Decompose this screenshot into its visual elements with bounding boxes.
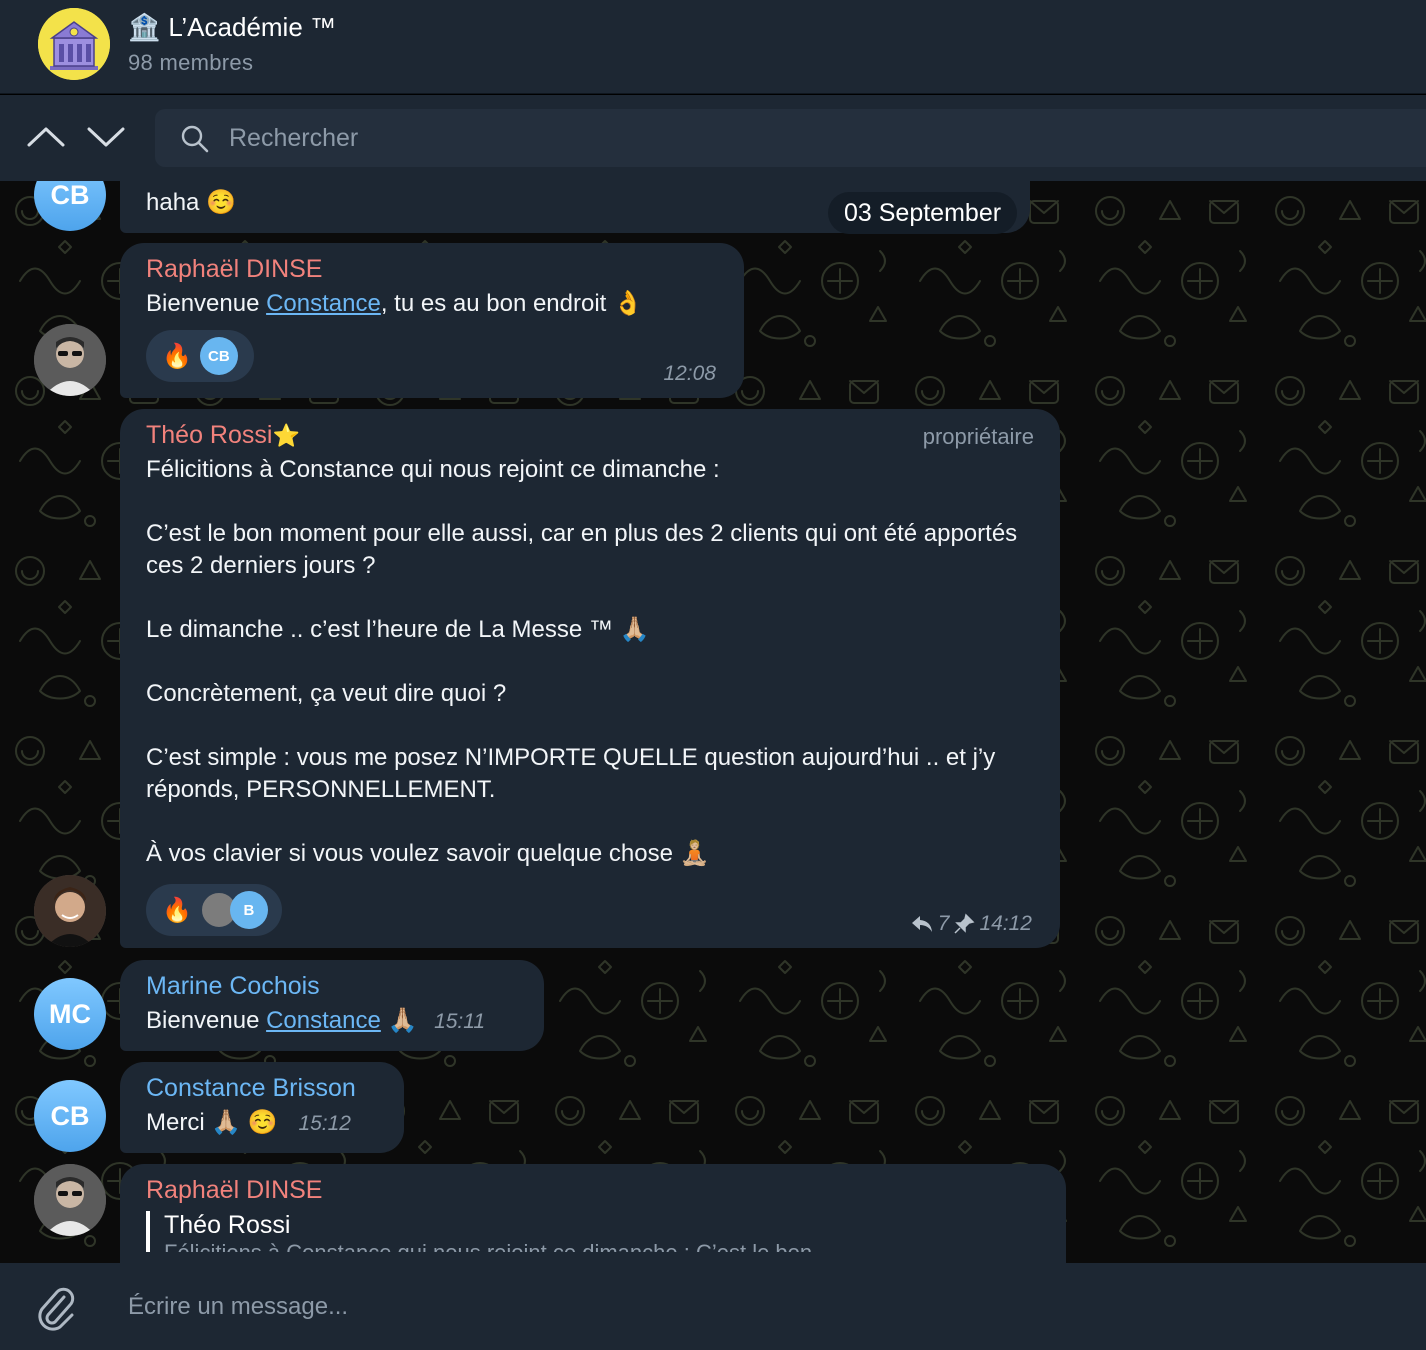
- sender-name[interactable]: Constance Brisson: [146, 1074, 378, 1103]
- message-time: 14:12: [979, 912, 1032, 935]
- fire-emoji: 🔥: [162, 896, 192, 924]
- sender-name[interactable]: Raphaël DINSE: [146, 255, 718, 284]
- chat-header[interactable]: 🏦 L’Académie ™ 98 membres: [0, 0, 1426, 94]
- admin-role-label: propriétaire: [922, 424, 1034, 449]
- avatar[interactable]: CB: [34, 1080, 106, 1152]
- message-bubble[interactable]: Constance Brisson Merci 🙏🏼 ☺️ 15:12: [120, 1062, 404, 1153]
- message-paragraph: C’est le bon moment pour elle aussi, car…: [146, 520, 1018, 579]
- avatar-initials: MC: [49, 998, 91, 1029]
- message-bubble[interactable]: Raphaël DINSE Bienvenue Constance, tu es…: [120, 243, 744, 398]
- message-paragraph: C’est simple : vous me posez N’IMPORTE Q…: [146, 744, 996, 803]
- message-time: 15:11: [434, 1010, 486, 1033]
- avatar-initials: CB: [50, 181, 90, 210]
- user-photo: [34, 875, 106, 947]
- chevron-down-icon[interactable]: [86, 123, 126, 151]
- message-text-part: Bienvenue: [146, 1007, 267, 1034]
- reply-quote[interactable]: Théo Rossi Félicitions à Constance qui n…: [146, 1211, 1040, 1252]
- message-meta: 7 14:12: [910, 912, 1032, 936]
- pin-icon: [954, 913, 975, 934]
- sender-name-text: Théo Rossi: [146, 421, 273, 449]
- message-bubble[interactable]: Raphaël DINSE Théo Rossi Félicitions à C…: [120, 1164, 1066, 1263]
- message-time: 15:12: [298, 1112, 351, 1135]
- avatar[interactable]: [34, 1164, 106, 1236]
- message-composer: Écrire un message...: [0, 1263, 1426, 1350]
- message-text: Félicitions à Constance qui nous rejoint…: [146, 454, 1034, 870]
- reply-preview: Félicitions à Constance qui nous rejoint…: [164, 1240, 1040, 1252]
- message-paragraph: Concrètement, ça veut dire quoi ?: [146, 680, 507, 707]
- message-text-part: , tu es au bon endroit 👌: [380, 290, 643, 317]
- search-placeholder: Rechercher: [229, 124, 359, 152]
- reply-count[interactable]: 7: [938, 912, 950, 936]
- reply-arrow-icon[interactable]: [910, 914, 934, 934]
- message-list[interactable]: CB haha ☺️ 03 September Raphaël DINSE Bi…: [0, 181, 1426, 1263]
- user-photo: [34, 324, 106, 396]
- avatar-initials: CB: [50, 1100, 90, 1131]
- date-separator: 03 September: [828, 192, 1018, 234]
- avatar[interactable]: [34, 324, 106, 396]
- mention-link[interactable]: Constance: [266, 290, 381, 317]
- group-title[interactable]: 🏦 L’Académie ™: [128, 12, 336, 43]
- message-paragraph: À vos clavier si vous voulez savoir quel…: [146, 840, 710, 867]
- message-bubble[interactable]: Théo Rossi⭐ propriétaire Félicitions à C…: [120, 409, 1060, 948]
- message-time: 12:08: [663, 362, 716, 385]
- message-input[interactable]: Écrire un message...: [128, 1293, 348, 1321]
- user-photo: [34, 1164, 106, 1236]
- fire-emoji: 🔥: [162, 342, 192, 370]
- avatar[interactable]: MC: [34, 978, 106, 1050]
- bank-icon: 🏦: [128, 12, 161, 42]
- mention-link[interactable]: Constance: [266, 1007, 381, 1034]
- message-text-part: Bienvenue: [146, 290, 267, 317]
- message-text: Bienvenue Constance 🙏🏼 15:11: [146, 1005, 518, 1038]
- search-bar: Rechercher: [0, 95, 1426, 181]
- message-text: Bienvenue Constance, tu es au bon endroi…: [146, 288, 718, 320]
- member-count: 98 membres: [128, 50, 254, 75]
- chevron-up-icon[interactable]: [26, 123, 66, 151]
- sender-name[interactable]: Théo Rossi⭐: [146, 421, 1034, 450]
- sender-name[interactable]: Marine Cochois: [146, 972, 518, 1001]
- message-text-part: Merci 🙏🏼 ☺️: [146, 1109, 278, 1136]
- paperclip-icon[interactable]: [34, 1285, 78, 1331]
- reaction-chip[interactable]: 🔥 CB: [146, 330, 254, 382]
- reactor-avatar: B: [229, 891, 268, 929]
- message-bubble[interactable]: Marine Cochois Bienvenue Constance 🙏🏼 15…: [120, 960, 544, 1051]
- star-badge-icon: ⭐: [272, 423, 300, 448]
- academy-building-icon: [38, 8, 110, 80]
- sender-name[interactable]: Raphaël DINSE: [146, 1176, 1040, 1205]
- group-title-text: L’Académie ™: [168, 12, 337, 42]
- group-avatar[interactable]: [38, 8, 110, 80]
- message-paragraph: Félicitions à Constance qui nous rejoint…: [146, 456, 720, 483]
- reply-author: Théo Rossi: [164, 1211, 291, 1239]
- reactor-avatar: CB: [199, 337, 238, 375]
- message-text: haha ☺️: [146, 189, 236, 216]
- message-paragraph: Le dimanche .. c’est l’heure de La Messe…: [146, 616, 650, 643]
- avatar[interactable]: [34, 875, 106, 947]
- reaction-chip[interactable]: 🔥 B: [146, 884, 282, 936]
- message-text: Merci 🙏🏼 ☺️ 15:12: [146, 1107, 378, 1140]
- message-text-part: 🙏🏼: [380, 1007, 418, 1034]
- search-input[interactable]: Rechercher: [155, 109, 1426, 167]
- search-icon: [181, 125, 209, 153]
